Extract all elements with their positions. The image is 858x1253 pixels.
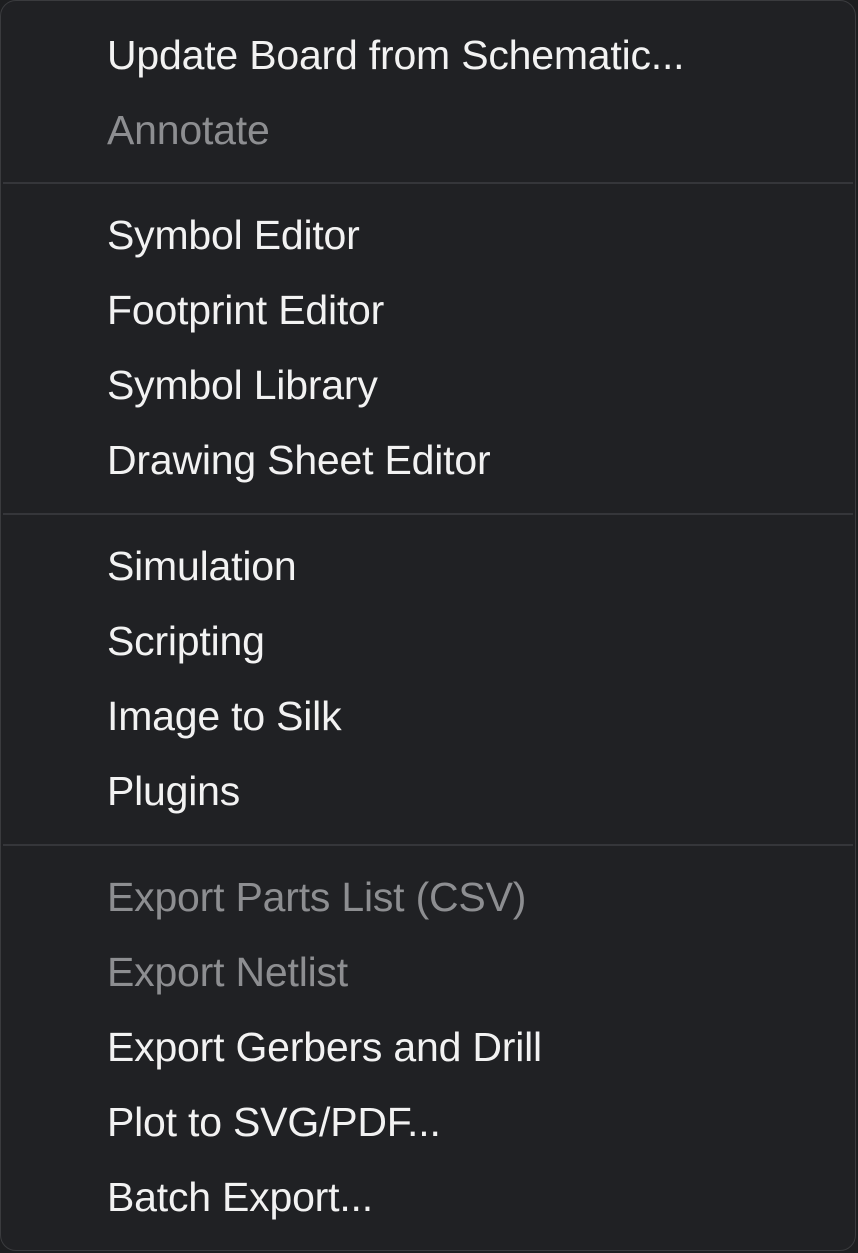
menu-item-annotate[interactable]: Annotate — [107, 93, 835, 168]
menu-separator — [3, 844, 853, 846]
menu-item-simulation[interactable]: Simulation — [107, 529, 835, 604]
menu-separator — [3, 182, 853, 184]
menu-item-drawing-sheet-editor[interactable]: Drawing Sheet Editor — [107, 423, 835, 498]
menu-item-symbol-library[interactable]: Symbol Library — [107, 348, 835, 423]
menu-separator — [3, 513, 853, 515]
menu-item-scripting[interactable]: Scripting — [107, 604, 835, 679]
menu-item-batch-export[interactable]: Batch Export... — [107, 1160, 835, 1235]
menu-item-export-gerbers-and-drill[interactable]: Export Gerbers and Drill — [107, 1010, 835, 1085]
menu-item-symbol-editor[interactable]: Symbol Editor — [107, 198, 835, 273]
menu-item-export-netlist[interactable]: Export Netlist — [107, 935, 835, 1010]
menu-item-update-board-from-schematic[interactable]: Update Board from Schematic... — [107, 18, 835, 93]
menu-item-footprint-editor[interactable]: Footprint Editor — [107, 273, 835, 348]
menu-item-image-to-silk[interactable]: Image to Silk — [107, 679, 835, 754]
menu-item-plugins[interactable]: Plugins — [107, 754, 835, 829]
menu-item-plot-to-svg-pdf[interactable]: Plot to SVG/PDF... — [107, 1085, 835, 1160]
menu-item-export-parts-list-csv[interactable]: Export Parts List (CSV) — [107, 860, 835, 935]
context-menu: Update Board from Schematic... Annotate … — [0, 0, 856, 1251]
